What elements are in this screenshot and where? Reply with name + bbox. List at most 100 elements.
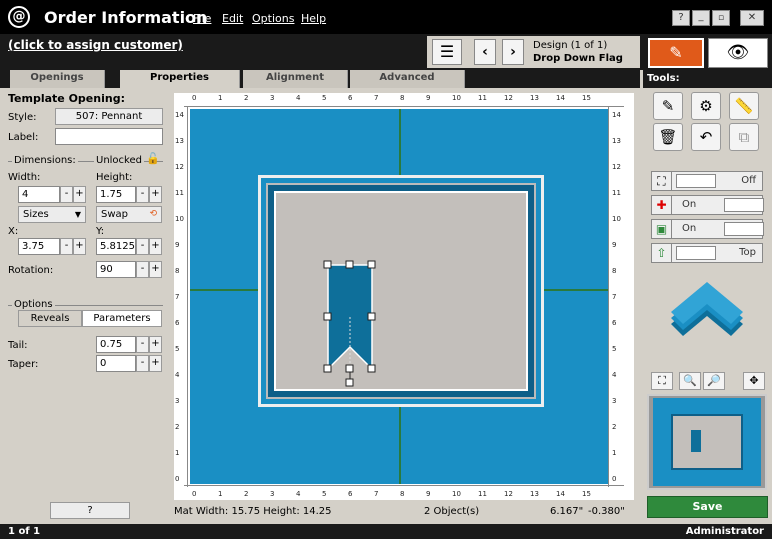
label-field[interactable] — [55, 128, 163, 145]
zoom-fit-icon[interactable]: ⛶ — [651, 372, 673, 390]
opening-outer[interactable] — [258, 175, 544, 407]
opening-inner[interactable] — [274, 191, 528, 391]
gear-tool-icon[interactable]: ⚙ — [691, 92, 721, 120]
handle-mr — [367, 312, 376, 321]
sizes-dropdown[interactable]: Sizes ▼ — [18, 206, 86, 223]
y-increment[interactable]: + — [149, 238, 162, 255]
reveals-tab[interactable]: Reveals — [18, 310, 82, 327]
ruler-tick-label: 10 — [452, 490, 461, 498]
height-decrement[interactable]: - — [136, 186, 149, 203]
zoom-in-icon[interactable]: 🔍 — [679, 372, 701, 390]
tabs-row: Openings Properties Alignment Advanced — [0, 70, 640, 88]
ruler-tick-label: 14 — [556, 94, 565, 102]
ruler-tick-label: 13 — [530, 94, 539, 102]
ruler-tool-icon[interactable]: 📏 — [729, 92, 759, 120]
width-decrement[interactable]: - — [60, 186, 73, 203]
handle-br — [367, 364, 376, 373]
chevron-down-icon: ▼ — [74, 210, 81, 219]
arrow-up-icon: ⇧ — [652, 244, 672, 262]
y-field[interactable]: 5.8125 — [96, 238, 136, 255]
options-label: Options — [12, 299, 55, 310]
ruler-tick-label: 4 — [612, 371, 617, 379]
toggle-center[interactable]: ✚ On — [651, 195, 764, 215]
unlock-icon[interactable]: 🔓 — [146, 152, 160, 165]
next-design-button[interactable]: › — [502, 39, 524, 65]
menu-icon[interactable]: ☰ — [432, 39, 462, 65]
swap-button[interactable]: Swap ⟲ — [96, 206, 162, 223]
x-decrement[interactable]: - — [60, 238, 73, 255]
taper-increment[interactable]: + — [149, 355, 162, 372]
minimize-button[interactable]: _ — [692, 10, 710, 26]
toggle-switch[interactable] — [724, 198, 764, 212]
pencil-tool-icon[interactable]: ✎ — [653, 92, 683, 120]
tab-openings[interactable]: Openings — [10, 70, 105, 88]
toggle-center-value: On — [682, 199, 697, 210]
maximize-button[interactable]: ▫ — [712, 10, 730, 26]
preview-eye-button[interactable]: 👁 — [708, 38, 768, 68]
mat-surface[interactable] — [190, 109, 608, 484]
menu-file[interactable]: File — [193, 12, 211, 25]
page-indicator: 1 of 1 — [8, 526, 41, 537]
assign-customer-link[interactable]: (click to assign customer) — [8, 38, 183, 52]
menu-help[interactable]: Help — [301, 12, 326, 25]
toggle-switch[interactable] — [724, 222, 764, 236]
save-button[interactable]: Save — [647, 496, 768, 518]
sizes-label: Sizes — [23, 209, 49, 220]
height-field[interactable]: 1.75 — [96, 186, 136, 203]
tab-alignment[interactable]: Alignment — [243, 70, 348, 88]
menu-options[interactable]: Options — [252, 12, 294, 25]
ruler-tick-label: 4 — [296, 490, 301, 498]
height-increment[interactable]: + — [149, 186, 162, 203]
mat-stack-icon[interactable] — [669, 280, 745, 344]
taper-field[interactable]: 0 — [96, 355, 136, 372]
trash-icon[interactable]: 🗑 — [653, 123, 683, 151]
help-window-button[interactable]: ? — [672, 10, 690, 26]
taper-decrement[interactable]: - — [136, 355, 149, 372]
parameters-tab[interactable]: Parameters — [82, 310, 162, 327]
y-decrement[interactable]: - — [136, 238, 149, 255]
tail-increment[interactable]: + — [149, 336, 162, 353]
tail-label: Tail: — [8, 340, 28, 351]
close-button[interactable]: ✕ — [740, 10, 764, 26]
template-opening-header: Template Opening: — [8, 92, 125, 105]
handle-ml — [323, 312, 332, 321]
undo-icon[interactable]: ↶ — [691, 123, 721, 151]
toggle-switch[interactable] — [676, 246, 716, 260]
tab-advanced[interactable]: Advanced — [350, 70, 465, 88]
toggle-grid[interactable]: ▣ On — [651, 219, 764, 239]
objects-count: 2 Object(s) — [424, 506, 480, 517]
ruler-tick-label: 13 — [175, 137, 184, 145]
rotation-field[interactable]: 90 — [96, 261, 136, 278]
pennant-opening[interactable] — [321, 257, 379, 389]
ruler-tick-label: 3 — [175, 397, 180, 405]
menu-edit[interactable]: Edit — [222, 12, 243, 25]
tab-properties[interactable]: Properties — [120, 70, 240, 88]
tail-decrement[interactable]: - — [136, 336, 149, 353]
handle-bm — [345, 364, 354, 373]
style-selector[interactable]: 507: Pennant — [55, 108, 163, 125]
tail-field[interactable]: 0.75 — [96, 336, 136, 353]
ruler-tick-label: 9 — [612, 241, 617, 249]
status-row: Mat Width: 15.75 Height: 14.25 2 Object(… — [174, 503, 634, 520]
pan-icon[interactable]: ✥ — [743, 372, 765, 390]
previous-design-button[interactable]: ‹ — [474, 39, 496, 65]
toggle-handles-value: Off — [741, 175, 756, 186]
lock-status[interactable]: Unlocked — [94, 155, 144, 166]
width-field[interactable]: 4 — [18, 186, 60, 203]
ruler-tick-label: 12 — [175, 163, 184, 171]
toggle-handles[interactable]: ⛶ Off — [651, 171, 763, 191]
zoom-out-icon[interactable]: 🔎 — [703, 372, 725, 390]
width-increment[interactable]: + — [73, 186, 86, 203]
toggle-switch[interactable] — [676, 174, 716, 188]
toggle-layer[interactable]: ⇧ Top — [651, 243, 763, 263]
user-name: Administrator — [685, 526, 764, 537]
ruler-tick-label: 12 — [612, 163, 621, 171]
ruler-tick-label: 5 — [175, 345, 180, 353]
rotation-decrement[interactable]: - — [136, 261, 149, 278]
rotation-increment[interactable]: + — [149, 261, 162, 278]
edit-mode-button[interactable]: ✎ — [648, 38, 704, 68]
x-field[interactable]: 3.75 — [18, 238, 60, 255]
x-increment[interactable]: + — [73, 238, 86, 255]
preview-thumbnail[interactable] — [647, 394, 767, 490]
help-button[interactable]: ? — [50, 502, 130, 519]
